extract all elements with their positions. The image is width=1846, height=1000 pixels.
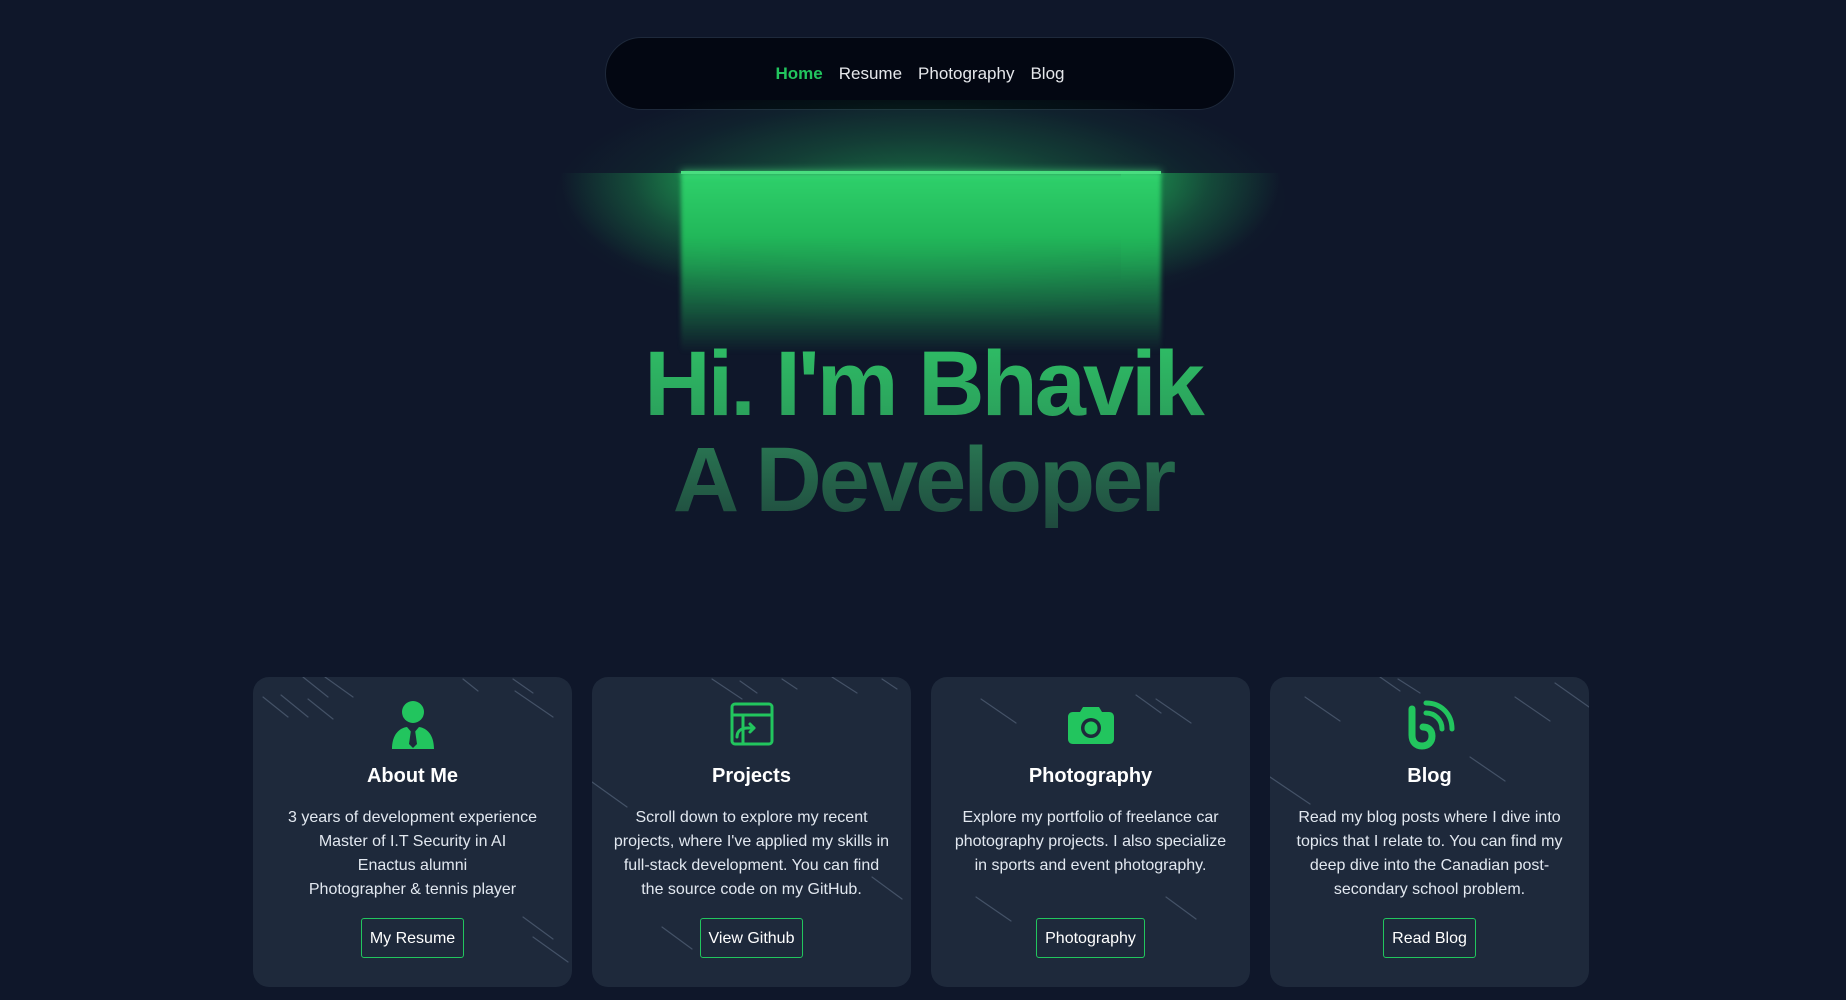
my-resume-button[interactable]: My Resume xyxy=(360,918,465,958)
page: Home Resume Photography Blog Hi. I'm Bha… xyxy=(0,0,1846,1000)
card-title: Photography xyxy=(1028,765,1153,787)
about-line: 3 years of development experience xyxy=(287,809,538,826)
projects-card: Projects Scroll down to explore my recen… xyxy=(592,677,911,987)
lamp-light-right xyxy=(1121,173,1321,343)
about-me-card: About Me 3 years of development experien… xyxy=(253,677,572,987)
card-description: 3 years of development experience Master… xyxy=(273,806,553,902)
blog-icon xyxy=(1404,699,1456,751)
nav-blog-link[interactable]: Blog xyxy=(1030,62,1064,86)
user-tie-icon xyxy=(387,699,439,751)
top-nav: Home Resume Photography Blog xyxy=(605,37,1235,110)
hero-role: A Developer xyxy=(0,432,1846,528)
card-description: Explore my portfolio of freelance car ph… xyxy=(954,809,1227,874)
nav-home-link[interactable]: Home xyxy=(776,62,823,86)
hero-heading: Hi. I'm Bhavik A Developer xyxy=(0,336,1846,528)
blog-card: Blog Read my blog posts where I dive int… xyxy=(1270,677,1589,987)
feature-cards: About Me 3 years of development experien… xyxy=(253,677,1590,987)
card-description: Read my blog posts where I dive into top… xyxy=(1296,809,1563,898)
lamp-light-cone xyxy=(681,173,1161,353)
photography-button[interactable]: Photography xyxy=(1036,918,1145,958)
read-blog-button[interactable]: Read Blog xyxy=(1383,918,1476,958)
card-title: Blog xyxy=(1407,765,1452,787)
photography-card: Photography Explore my portfolio of free… xyxy=(931,677,1250,987)
hero-greeting: Hi. I'm Bhavik xyxy=(0,336,1846,432)
nav-resume-link[interactable]: Resume xyxy=(839,62,902,86)
about-line: Master of I.T Security in AI xyxy=(318,833,507,850)
nav-photography-link[interactable]: Photography xyxy=(918,62,1014,86)
card-description: Scroll down to explore my recent project… xyxy=(613,809,890,898)
about-line: Photographer & tennis player xyxy=(308,881,517,898)
project-window-icon xyxy=(726,699,778,751)
card-title: About Me xyxy=(366,765,459,787)
card-title: Projects xyxy=(712,765,791,787)
view-github-button[interactable]: View Github xyxy=(699,918,804,958)
lamp-line xyxy=(681,171,1161,174)
lamp-light-left xyxy=(520,173,720,343)
about-line: Enactus alumni xyxy=(357,857,468,874)
camera-icon xyxy=(1065,699,1117,751)
